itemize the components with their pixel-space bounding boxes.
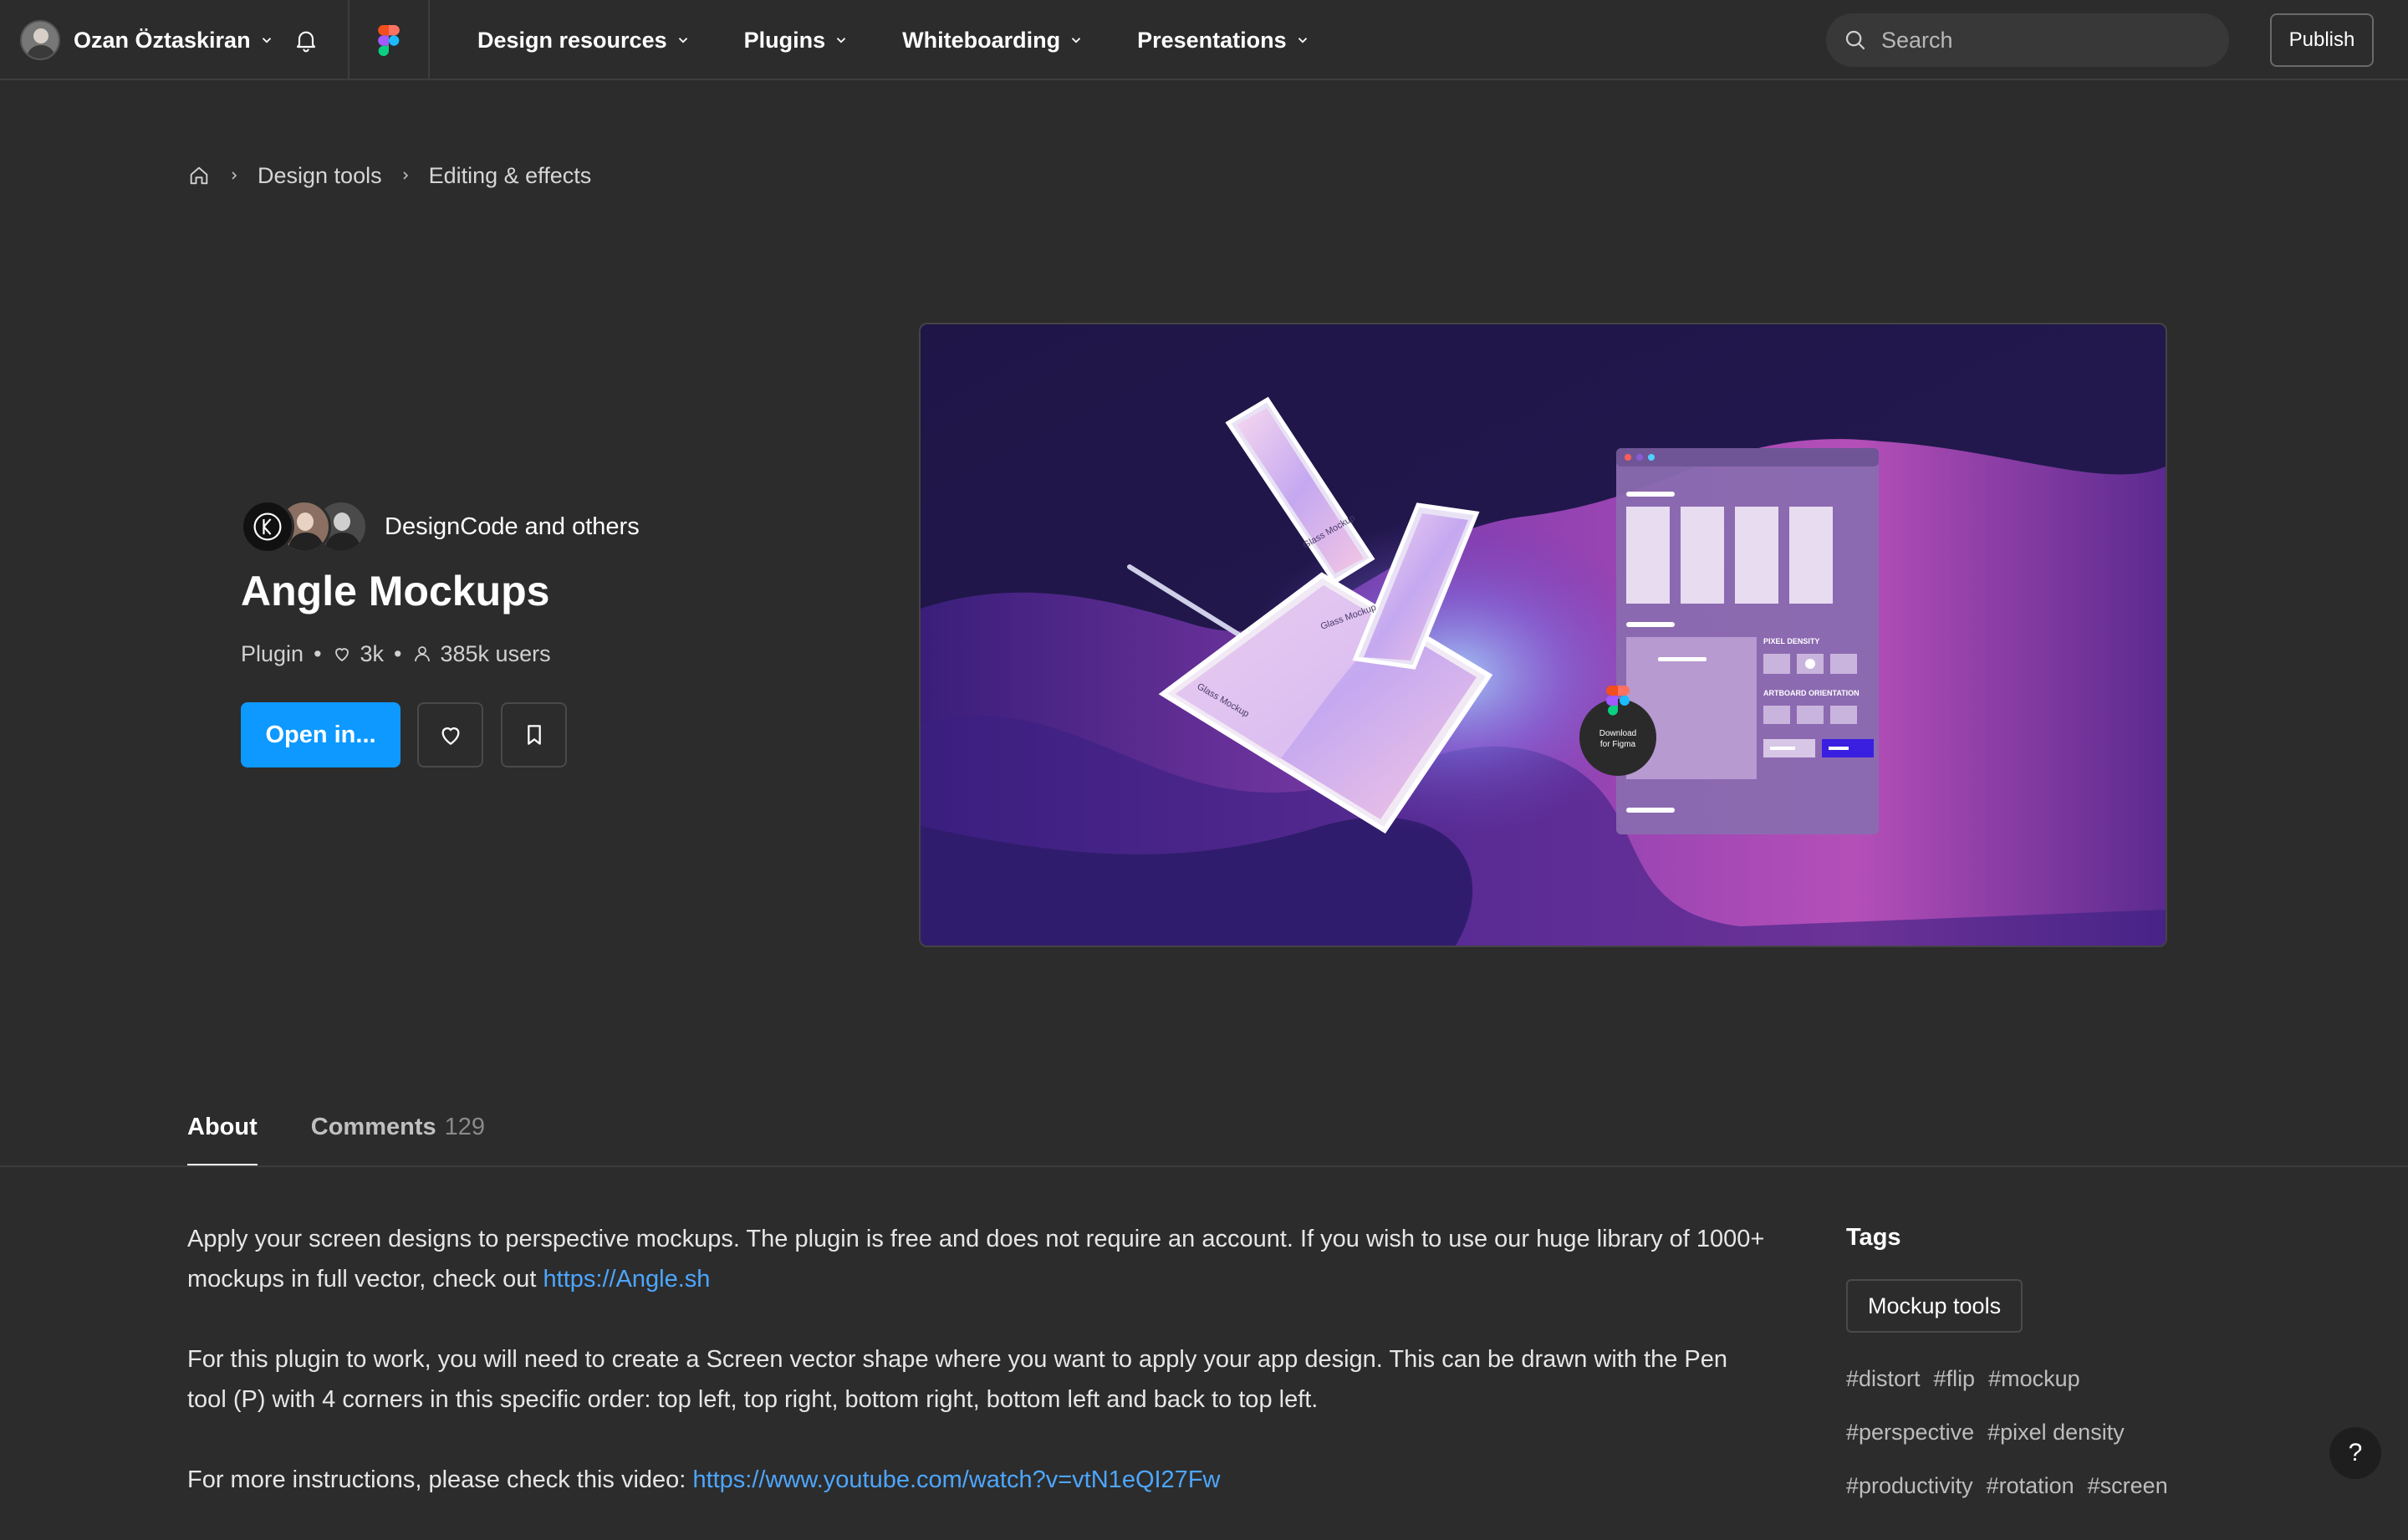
open-in-button[interactable]: Open in... xyxy=(241,702,400,767)
tag-chip-mockup-tools[interactable]: Mockup tools xyxy=(1846,1279,2023,1333)
description-paragraph: For this plugin to work, you will need t… xyxy=(187,1339,1768,1420)
breadcrumb-editing-effects[interactable]: Editing & effects xyxy=(429,163,592,189)
author-avatar[interactable] xyxy=(241,500,294,553)
search-box[interactable] xyxy=(1826,13,2229,67)
description-paragraph: Apply your screen designs to perspective… xyxy=(187,1219,1768,1299)
bookmark-icon xyxy=(527,725,541,745)
video-link[interactable]: https://www.youtube.com/watch?v=vtN1eQI2… xyxy=(692,1466,1220,1493)
user-icon xyxy=(414,646,430,662)
chevron-down-icon xyxy=(836,38,846,43)
chevron-down-icon xyxy=(1071,38,1081,43)
description-paragraph: For more instructions, please check this… xyxy=(187,1460,1768,1500)
angle-link[interactable]: https://Angle.sh xyxy=(543,1266,711,1293)
help-button[interactable]: ? xyxy=(2329,1427,2381,1479)
authors-label[interactable]: DesignCode and others xyxy=(385,513,640,541)
chevron-right-icon xyxy=(232,171,237,180)
nav-presentations[interactable]: Presentations xyxy=(1137,28,1310,54)
tag-distort[interactable]: #distort xyxy=(1846,1366,1921,1392)
nav-label: Whiteboarding xyxy=(902,27,1061,53)
paragraph-text: For this plugin to work, you will need t… xyxy=(187,1346,1727,1413)
chevron-down-icon xyxy=(1298,38,1307,43)
meta-separator: • xyxy=(394,640,402,666)
heart-icon xyxy=(441,727,459,746)
tag-pixel-density[interactable]: #pixel density xyxy=(1987,1420,2125,1446)
main-nav: Design resources Plugins Whiteboarding P… xyxy=(477,20,1364,60)
tab-comments[interactable]: Comments 129 xyxy=(311,1104,485,1167)
chevron-right-icon xyxy=(403,171,408,180)
tag-productivity[interactable]: #productivity xyxy=(1846,1473,1973,1499)
plugin-title: Angle Mockups xyxy=(241,568,550,614)
tag-row: #perspective #pixel density xyxy=(1846,1420,2138,1446)
plugin-description: Apply your screen designs to perspective… xyxy=(187,1219,1768,1540)
home-icon[interactable] xyxy=(187,164,211,187)
plugin-cover-image[interactable]: Glass Mockup Glass Mockup Glass Mockup P… xyxy=(919,323,2167,947)
content-tabs: About Comments 129 xyxy=(187,1104,538,1167)
chevron-down-icon xyxy=(678,38,687,43)
pixel-density-label: PIXEL DENSITY xyxy=(1763,637,1819,645)
nav-plugins[interactable]: Plugins xyxy=(744,28,849,54)
heart-icon xyxy=(334,648,349,662)
nav-whiteboarding[interactable]: Whiteboarding xyxy=(902,28,1084,54)
like-count: 3k xyxy=(360,640,385,666)
tag-screen[interactable]: #screen xyxy=(2088,1473,2168,1499)
tag-row: #distort #flip #mockup xyxy=(1846,1366,2094,1392)
like-button[interactable] xyxy=(417,702,483,767)
tab-about[interactable]: About xyxy=(187,1104,258,1167)
nav-design-resources[interactable]: Design resources xyxy=(477,28,691,54)
publish-button[interactable]: Publish xyxy=(2270,13,2374,67)
plugin-meta: Plugin • 3k • 385k users xyxy=(241,639,551,669)
bookmark-button[interactable] xyxy=(501,702,567,767)
chevron-down-icon[interactable] xyxy=(259,33,274,48)
nav-label: Design resources xyxy=(477,27,667,53)
tags-heading: Tags xyxy=(1846,1224,1901,1251)
user-name[interactable]: Ozan Öztaskiran xyxy=(74,28,251,54)
download-badge-line1: Download xyxy=(1599,729,1636,738)
tab-label: Comments xyxy=(310,1114,436,1140)
user-menu[interactable]: Ozan Öztaskiran xyxy=(20,20,274,60)
breadcrumb: Design tools Editing & effects xyxy=(187,159,591,192)
tag-row: #productivity #rotation #screen xyxy=(1846,1473,2181,1499)
user-avatar[interactable] xyxy=(20,20,60,60)
tabs-divider xyxy=(0,1165,2408,1167)
artboard-orientation-label: ARTBOARD ORIENTATION xyxy=(1763,689,1860,697)
tag-mockup[interactable]: #mockup xyxy=(1988,1366,2080,1392)
nav-label: Presentations xyxy=(1137,27,1287,53)
tab-label: About xyxy=(187,1114,258,1140)
tag-rotation[interactable]: #rotation xyxy=(1987,1473,2074,1499)
comments-count: 129 xyxy=(444,1114,485,1140)
figma-logo-icon[interactable] xyxy=(376,25,401,57)
nav-divider xyxy=(428,0,430,80)
plugin-type: Plugin xyxy=(241,640,304,666)
top-nav: Ozan Öztaskiran Design resources Plugins… xyxy=(0,0,2408,80)
tag-flip[interactable]: #flip xyxy=(1934,1366,1976,1392)
user-count: 385k users xyxy=(440,640,551,666)
bell-icon[interactable] xyxy=(293,27,319,54)
search-input[interactable] xyxy=(1880,26,2197,54)
paragraph-text: Apply your screen designs to perspective… xyxy=(187,1226,1765,1293)
nav-divider xyxy=(348,0,349,80)
plugin-authors[interactable]: DesignCode and others xyxy=(241,498,640,555)
mockup-illustration: Glass Mockup Glass Mockup Glass Mockup P… xyxy=(921,324,2166,946)
download-badge-line2: for Figma xyxy=(1600,740,1636,749)
search-icon xyxy=(1845,30,1865,50)
tag-perspective[interactable]: #perspective xyxy=(1846,1420,1974,1446)
meta-separator: • xyxy=(314,640,322,666)
breadcrumb-design-tools[interactable]: Design tools xyxy=(258,163,382,189)
nav-label: Plugins xyxy=(743,27,826,53)
paragraph-text: For more instructions, please check this… xyxy=(187,1466,693,1493)
